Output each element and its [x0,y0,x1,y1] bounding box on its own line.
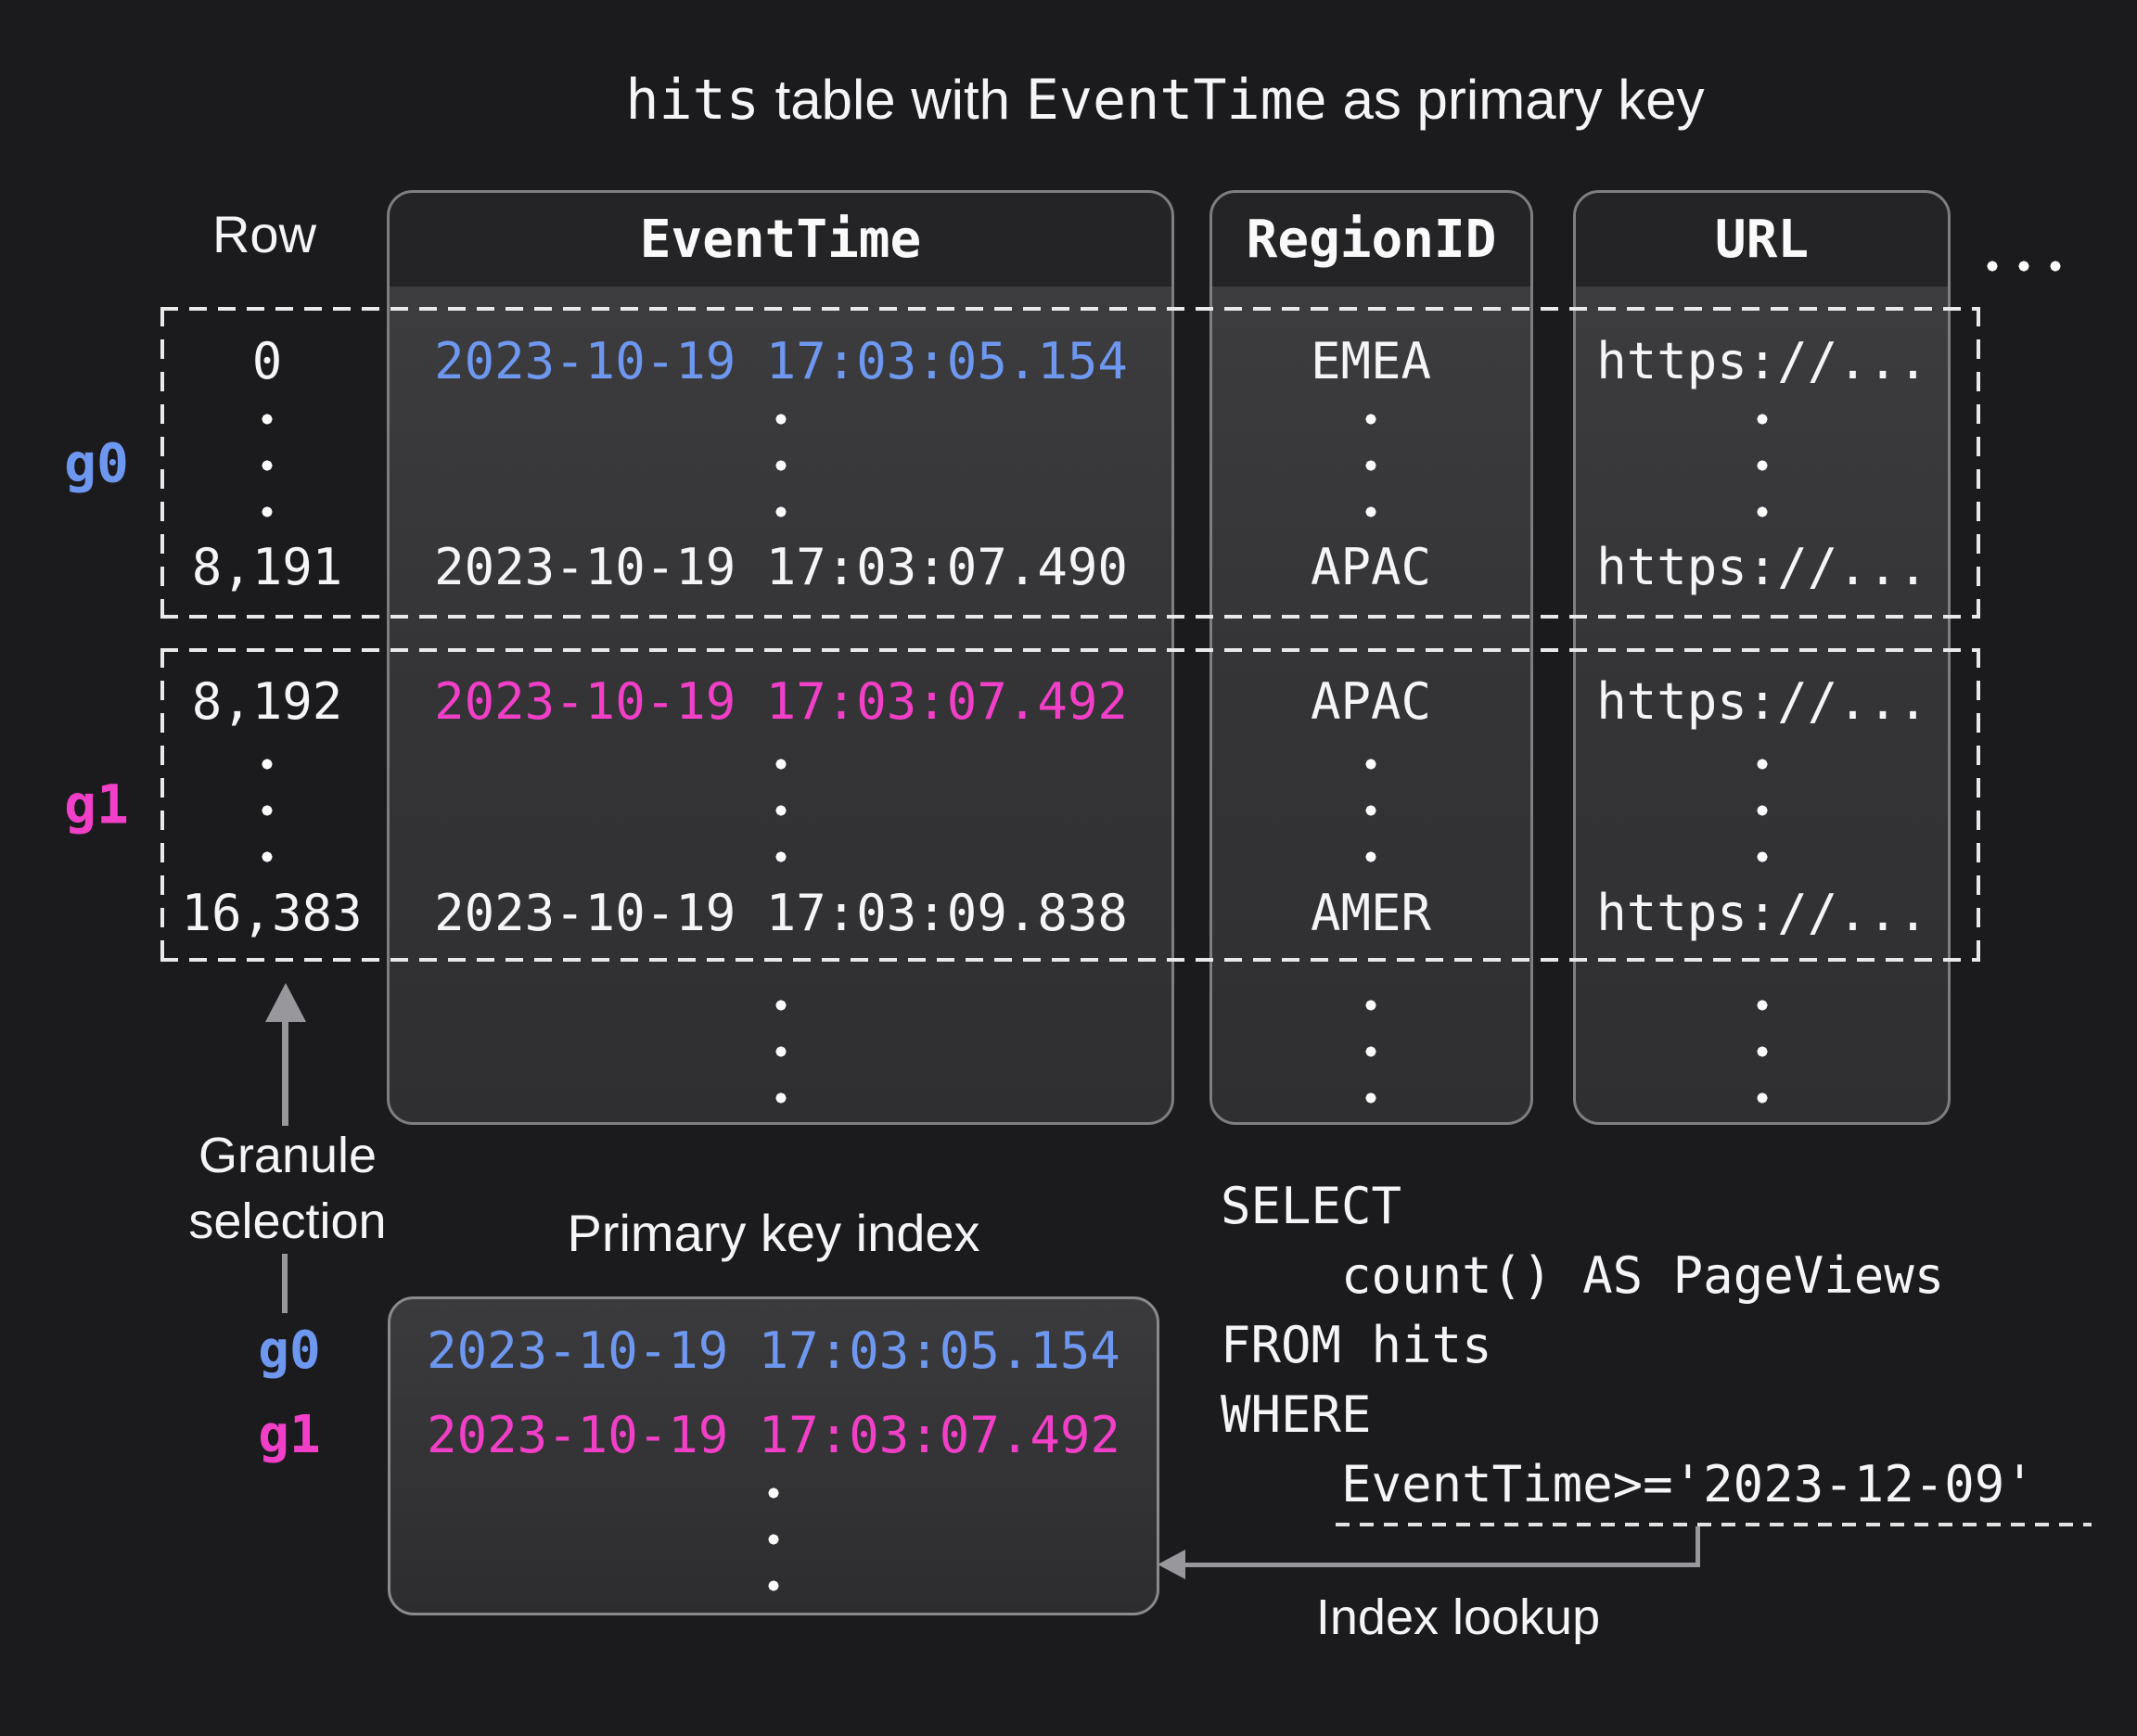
vertical-ellipsis-icon [261,396,274,535]
url-value: https://... [1596,333,1928,390]
arrow-up-shaft [282,1018,288,1126]
index-entry-value-g0: 2023-10-19 17:03:05.154 [427,1322,1120,1380]
primary-key-index-title: Primary key index [567,1204,979,1263]
granule-g0-box-right [1977,307,1980,619]
vertical-ellipsis-icon [774,982,787,1121]
granule-selection-label-line1: Granule [198,1127,377,1184]
sql-line: WHERE [1221,1380,2035,1449]
eventtime-value: 2023-10-19 17:03:05.154 [434,333,1128,390]
sql-line: FROM hits [1221,1310,2035,1380]
vertical-ellipsis-icon [774,396,787,535]
title-table-name: hits [625,68,760,133]
granule-selection-label-line2: selection [188,1193,386,1250]
vertical-ellipsis-icon [1364,982,1377,1121]
index-entry-label-g0: g0 [258,1321,320,1381]
url-value: https://... [1596,885,1928,942]
granule-g0-box-bottom [160,615,1980,619]
arrow-up-icon [265,983,306,1022]
arrow-left-icon [1158,1550,1185,1579]
index-lookup-label: Index lookup [1316,1589,1600,1646]
index-lookup-connector-vertical [1696,1526,1700,1567]
condition-dashed-underline [1336,1523,2092,1526]
granule-label-g0: g0 [64,433,129,495]
title-key-column: EventTime [1026,68,1327,133]
granule-g1-box-bottom [160,958,1980,962]
regionid-value: APAC [1311,539,1431,596]
horizontal-ellipsis-icon [1977,260,2071,273]
regionid-value: APAC [1311,673,1431,731]
row-number: 8,191 [192,539,343,596]
index-entry-value-g1: 2023-10-19 17:03:07.492 [427,1407,1120,1464]
granule-g1-box-right [1977,648,1980,962]
granule-label-g1: g1 [64,774,129,836]
sql-where-condition: EventTime>='2023-12-09' [1221,1449,2035,1519]
url-value: https://... [1596,673,1928,731]
eventtime-value: 2023-10-19 17:03:07.492 [434,673,1128,731]
row-number: 16,383 [181,885,362,942]
granule-g1-box-left [160,648,164,962]
granule-g1-box-top [160,648,1980,652]
url-value: https://... [1596,539,1928,596]
vertical-ellipsis-icon [1756,396,1769,535]
vertical-ellipsis-icon [1364,396,1377,535]
row-number: 0 [252,333,283,390]
regionid-value: EMEA [1311,333,1431,390]
vertical-ellipsis-icon [261,741,274,880]
column-header-url: URL [1576,193,1948,287]
sql-line: count() AS PageViews [1221,1241,2035,1310]
sql-query: SELECT count() AS PageViewsFROM hitsWHER… [1221,1171,2035,1519]
vertical-ellipsis-icon [767,1470,780,1609]
granule-selection-connector-line [282,1254,288,1313]
eventtime-value: 2023-10-19 17:03:09.838 [434,885,1128,942]
diagram-canvas: hits table with EventTime as primary key… [0,0,2137,1736]
vertical-ellipsis-icon [774,741,787,880]
granule-g0-box-top [160,307,1980,311]
index-lookup-connector-horizontal [1182,1563,1700,1567]
regionid-value: AMER [1311,885,1431,942]
granule-g0-box-left [160,307,164,619]
row-column-header: Row [212,205,316,264]
sql-line: SELECT [1221,1171,2035,1241]
column-header-regionid: RegionID [1212,193,1530,287]
index-entry-label-g1: g1 [258,1406,320,1465]
diagram-title: hits table with EventTime as primary key [625,68,1704,133]
column-header-eventtime: EventTime [390,193,1171,287]
vertical-ellipsis-icon [1756,741,1769,880]
vertical-ellipsis-icon [1756,982,1769,1121]
row-number: 8,192 [192,673,343,731]
vertical-ellipsis-icon [1364,741,1377,880]
eventtime-value: 2023-10-19 17:03:07.490 [434,539,1128,596]
